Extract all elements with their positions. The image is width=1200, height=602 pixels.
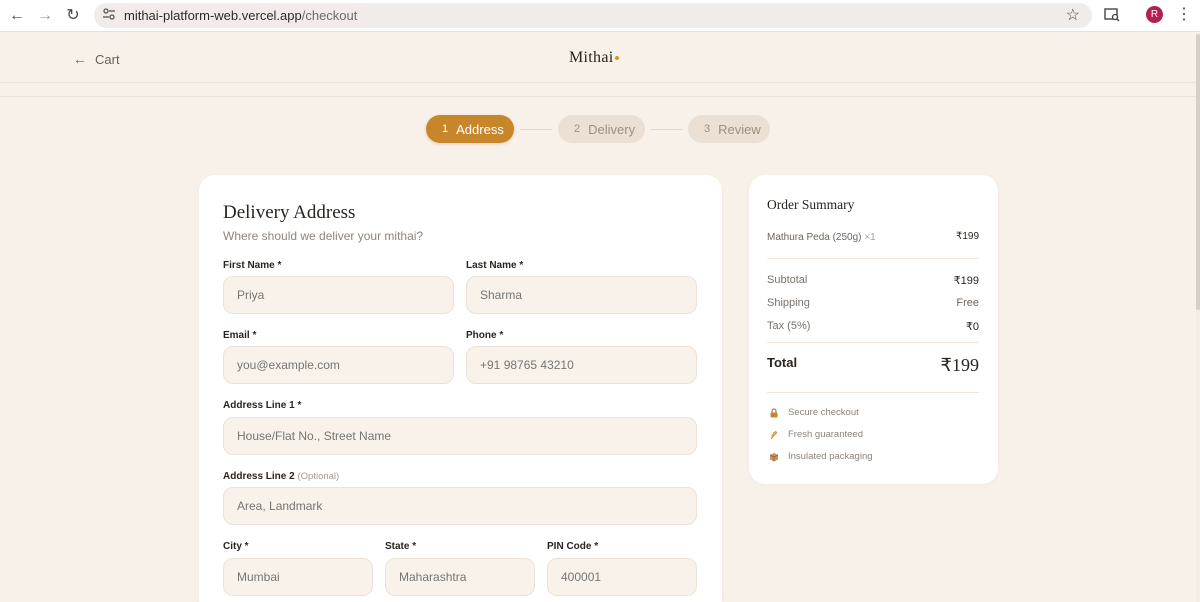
optional-hint: (Optional) bbox=[297, 471, 340, 482]
subtotal-value: ₹199 bbox=[953, 275, 979, 287]
step-number: 3 bbox=[704, 123, 711, 135]
first-name-input[interactable] bbox=[223, 276, 454, 314]
brand-logo[interactable]: Mithai bbox=[569, 49, 620, 67]
pin-code-label: PIN Code * bbox=[547, 541, 599, 552]
address-line1-input[interactable] bbox=[223, 417, 697, 455]
trust-badge-label: Fresh guaranteed bbox=[788, 429, 863, 440]
trust-badge: Fresh guaranteed bbox=[769, 429, 863, 440]
email-input[interactable] bbox=[223, 346, 454, 384]
summary-divider bbox=[767, 342, 979, 343]
step-review[interactable]: 3 Review bbox=[688, 115, 770, 143]
step-label: Address bbox=[456, 121, 504, 137]
total-label: Total bbox=[767, 355, 798, 370]
last-name-input[interactable] bbox=[466, 276, 697, 314]
tax-value: ₹0 bbox=[965, 321, 979, 333]
subtotal-label: Subtotal bbox=[767, 274, 808, 286]
step-connector bbox=[651, 129, 683, 130]
summary-divider bbox=[767, 258, 979, 259]
step-address[interactable]: 1 Address bbox=[426, 115, 514, 143]
package-icon bbox=[769, 452, 779, 461]
back-link-label: Cart bbox=[95, 51, 120, 67]
site-settings-icon[interactable] bbox=[102, 7, 116, 21]
state-label: State * bbox=[385, 541, 417, 552]
city-label: City * bbox=[223, 541, 249, 552]
bookmark-star-icon[interactable]: ☆ bbox=[1066, 5, 1080, 25]
lock-icon bbox=[770, 408, 778, 417]
shipping-label: Shipping bbox=[767, 297, 810, 309]
trust-badge-label: Insulated packaging bbox=[788, 451, 873, 462]
last-name-label: Last Name * bbox=[466, 260, 524, 271]
wheat-icon bbox=[770, 430, 778, 439]
page-scrollbar-thumb[interactable] bbox=[1196, 34, 1200, 310]
more-menu-icon[interactable]: ⋮ bbox=[1176, 6, 1192, 24]
arrow-left-icon: ← bbox=[73, 51, 87, 67]
address-line2-input[interactable] bbox=[223, 487, 697, 525]
phone-label: Phone * bbox=[466, 330, 504, 341]
pin-code-input[interactable] bbox=[547, 558, 697, 596]
back-to-cart-link[interactable]: ← Cart bbox=[73, 51, 120, 67]
step-label: Review bbox=[718, 121, 761, 137]
trust-badge-label: Secure checkout bbox=[788, 407, 859, 418]
state-input[interactable] bbox=[385, 558, 535, 596]
delivery-address-card: Delivery Address Where should we deliver… bbox=[199, 175, 722, 602]
summary-title: Order Summary bbox=[767, 197, 855, 212]
address-line1-label: Address Line 1 * bbox=[223, 400, 302, 411]
profile-avatar[interactable]: R bbox=[1146, 6, 1163, 23]
item-name-text: Mathura Peda (250g) bbox=[767, 232, 862, 243]
step-number: 2 bbox=[574, 123, 581, 135]
email-label: Email * bbox=[223, 330, 257, 341]
step-connector bbox=[520, 129, 552, 130]
step-label: Delivery bbox=[588, 121, 636, 137]
address-line2-label: Address Line 2 (Optional) bbox=[223, 471, 339, 482]
back-arrow-icon[interactable]: ← bbox=[6, 6, 28, 26]
reload-icon[interactable]: ↻ bbox=[62, 6, 84, 26]
address-line2-label-text: Address Line 2 bbox=[223, 471, 295, 482]
form-subtitle: Where should we deliver your mithai? bbox=[223, 229, 424, 243]
first-name-label: First Name * bbox=[223, 260, 282, 271]
phone-input[interactable] bbox=[466, 346, 697, 384]
url-text: mithai-platform-web.vercel.app/checkout bbox=[124, 8, 358, 23]
brand-dot-icon bbox=[615, 56, 620, 61]
line-item-price: ₹199 bbox=[955, 231, 979, 242]
summary-divider bbox=[767, 392, 979, 393]
forward-arrow-icon[interactable]: → bbox=[34, 6, 56, 26]
city-input[interactable] bbox=[223, 558, 373, 596]
form-title: Delivery Address bbox=[223, 202, 356, 223]
step-delivery[interactable]: 2 Delivery bbox=[558, 115, 645, 143]
cast-media-icon[interactable] bbox=[1104, 8, 1120, 22]
header-divider bbox=[0, 96, 1196, 97]
site-header: ← Cart Mithai bbox=[0, 33, 1196, 83]
address-bar[interactable]: mithai-platform-web.vercel.app/checkout … bbox=[94, 3, 1092, 28]
total-value: ₹199 bbox=[940, 355, 979, 375]
item-quantity: ×1 bbox=[864, 232, 876, 243]
trust-badge: Secure checkout bbox=[769, 407, 859, 418]
tax-label: Tax (5%) bbox=[767, 320, 811, 332]
shipping-value: Free bbox=[956, 297, 979, 309]
browser-toolbar: ← → ↻ mithai-platform-web.vercel.app/che… bbox=[0, 0, 1200, 32]
order-summary-card: Order Summary Mathura Peda (250g) ×1 ₹19… bbox=[749, 175, 998, 484]
step-number: 1 bbox=[442, 123, 449, 135]
trust-badge: Insulated packaging bbox=[769, 451, 873, 462]
line-item-name: Mathura Peda (250g) ×1 bbox=[767, 232, 876, 243]
checkout-stepper: 1 Address 2 Delivery 3 Review bbox=[426, 115, 770, 143]
